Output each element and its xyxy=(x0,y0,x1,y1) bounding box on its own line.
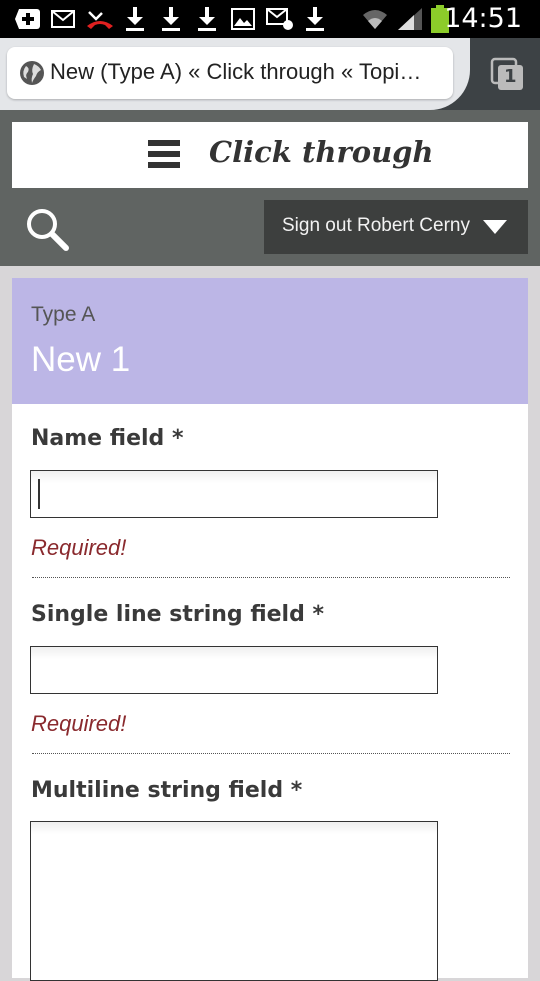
name-field-error: Required! xyxy=(31,535,127,560)
text-caret xyxy=(38,479,40,509)
download-icon xyxy=(196,7,218,31)
brand-bar: Click through xyxy=(12,122,528,188)
download-icon xyxy=(160,7,182,31)
single-line-field-input[interactable] xyxy=(30,646,438,694)
signout-label: Sign out Robert Cerny xyxy=(282,215,470,236)
mail-icon xyxy=(50,7,76,31)
search-icon[interactable] xyxy=(24,206,72,254)
divider xyxy=(32,753,510,754)
image-icon xyxy=(230,7,256,31)
status-clock: 14:51 xyxy=(444,3,522,34)
signout-button[interactable]: Sign out Robert Cerny xyxy=(264,200,528,254)
add-notification-icon xyxy=(14,7,42,31)
address-bar[interactable]: New (Type A) « Click through « Topi… xyxy=(7,47,453,99)
content-panel: Type A New 1 Name field * Required! Sing… xyxy=(12,278,528,981)
wifi-icon xyxy=(360,7,390,31)
missed-call-icon xyxy=(86,7,114,31)
site-title[interactable]: Click through xyxy=(209,135,434,169)
menu-icon[interactable] xyxy=(148,140,180,172)
email-sent-icon xyxy=(266,7,294,31)
page-title-text: New (Type A) « Click through « Topi… xyxy=(50,59,422,84)
tabs-button[interactable]: 1 xyxy=(490,57,526,93)
globe-icon xyxy=(19,60,45,86)
name-field-label: Name field * xyxy=(31,426,184,451)
download-icon xyxy=(304,7,326,31)
chevron-down-icon xyxy=(483,220,507,234)
browser-tab: New (Type A) « Click through « Topi… xyxy=(0,38,470,110)
divider xyxy=(32,577,510,578)
site-header: Click through Sign out Robert Cerny xyxy=(0,110,540,266)
single-line-field-error: Required! xyxy=(31,711,127,736)
panel-header: Type A New 1 xyxy=(12,278,528,404)
name-field-input[interactable] xyxy=(30,470,438,518)
browser-toolbar: New (Type A) « Click through « Topi… 1 xyxy=(0,38,540,110)
signal-icon xyxy=(396,7,424,31)
tab-count: 1 xyxy=(504,66,517,87)
download-icon xyxy=(124,7,146,31)
status-bar: 14:51 xyxy=(0,0,540,38)
panel-title: New 1 xyxy=(31,340,131,379)
single-line-field-label: Single line string field * xyxy=(31,602,324,627)
panel-type-label: Type A xyxy=(31,303,96,326)
multiline-field-textarea[interactable] xyxy=(30,821,438,981)
multiline-field-label: Multiline string field * xyxy=(31,778,303,803)
